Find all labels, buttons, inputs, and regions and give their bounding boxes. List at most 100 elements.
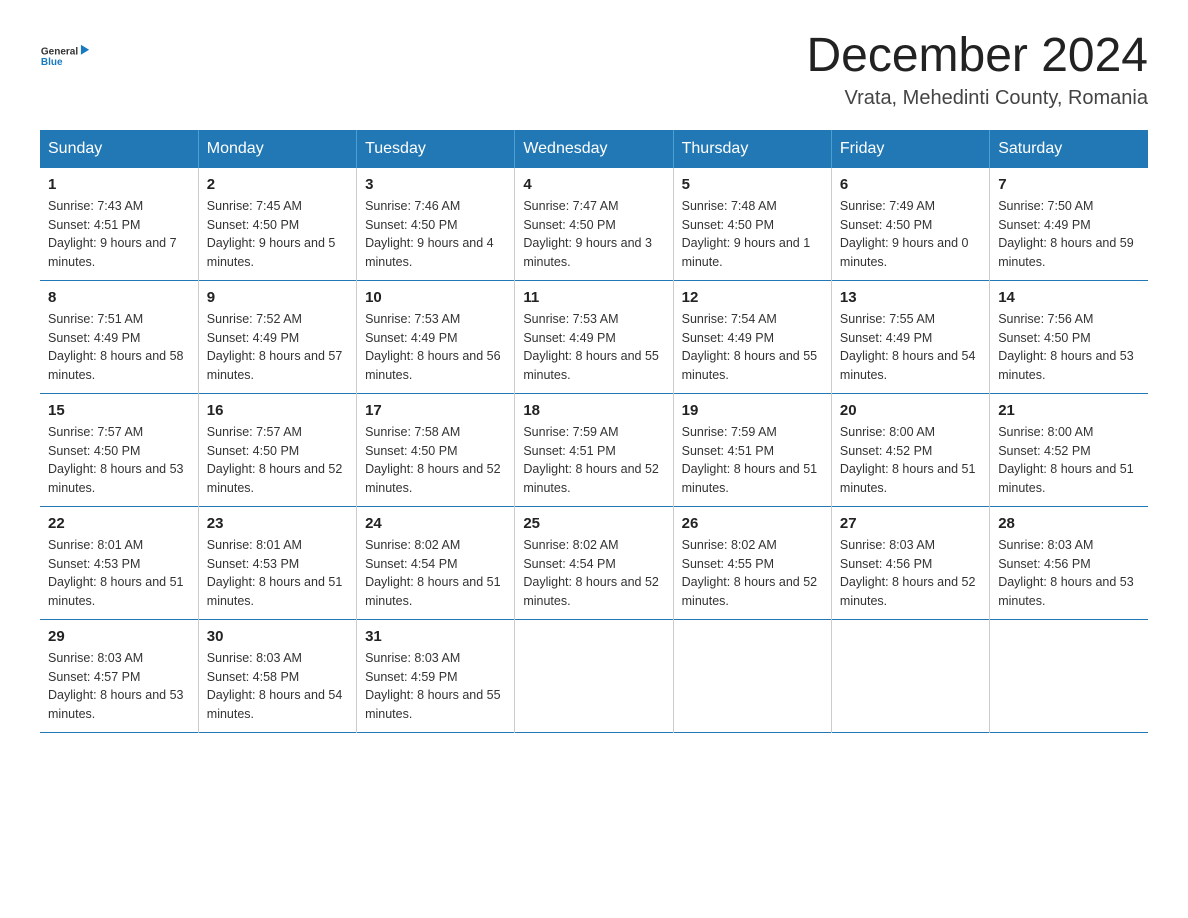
day-info: Sunrise: 7:59 AM Sunset: 4:51 PM Dayligh… [682, 423, 823, 498]
calendar-cell: 10 Sunrise: 7:53 AM Sunset: 4:49 PM Dayl… [357, 280, 515, 393]
calendar-cell: 14 Sunrise: 7:56 AM Sunset: 4:50 PM Dayl… [990, 280, 1148, 393]
day-info: Sunrise: 7:54 AM Sunset: 4:49 PM Dayligh… [682, 310, 823, 385]
day-info: Sunrise: 8:00 AM Sunset: 4:52 PM Dayligh… [998, 423, 1140, 498]
calendar-cell: 27 Sunrise: 8:03 AM Sunset: 4:56 PM Dayl… [831, 506, 989, 619]
day-info: Sunrise: 7:55 AM Sunset: 4:49 PM Dayligh… [840, 310, 981, 385]
calendar-cell: 1 Sunrise: 7:43 AM Sunset: 4:51 PM Dayli… [40, 168, 198, 281]
svg-text:General: General [41, 46, 78, 57]
calendar-cell: 8 Sunrise: 7:51 AM Sunset: 4:49 PM Dayli… [40, 280, 198, 393]
day-info: Sunrise: 7:58 AM Sunset: 4:50 PM Dayligh… [365, 423, 506, 498]
calendar-cell: 30 Sunrise: 8:03 AM Sunset: 4:58 PM Dayl… [198, 619, 356, 732]
day-info: Sunrise: 7:43 AM Sunset: 4:51 PM Dayligh… [48, 197, 190, 272]
day-number: 23 [207, 515, 348, 532]
day-info: Sunrise: 8:03 AM Sunset: 4:59 PM Dayligh… [365, 649, 506, 724]
calendar-week-row-3: 15 Sunrise: 7:57 AM Sunset: 4:50 PM Dayl… [40, 393, 1148, 506]
calendar-cell: 17 Sunrise: 7:58 AM Sunset: 4:50 PM Dayl… [357, 393, 515, 506]
calendar-table: Sunday Monday Tuesday Wednesday Thursday… [40, 130, 1148, 733]
day-info: Sunrise: 7:56 AM Sunset: 4:50 PM Dayligh… [998, 310, 1140, 385]
day-number: 21 [998, 402, 1140, 419]
header-friday: Friday [831, 130, 989, 168]
location-subtitle: Vrata, Mehedinti County, Romania [806, 87, 1148, 110]
day-number: 24 [365, 515, 506, 532]
header-monday: Monday [198, 130, 356, 168]
calendar-cell [515, 619, 673, 732]
day-info: Sunrise: 8:02 AM Sunset: 4:54 PM Dayligh… [365, 536, 506, 611]
day-info: Sunrise: 8:02 AM Sunset: 4:55 PM Dayligh… [682, 536, 823, 611]
calendar-cell: 2 Sunrise: 7:45 AM Sunset: 4:50 PM Dayli… [198, 168, 356, 281]
day-number: 10 [365, 289, 506, 306]
calendar-cell: 24 Sunrise: 8:02 AM Sunset: 4:54 PM Dayl… [357, 506, 515, 619]
calendar-cell: 18 Sunrise: 7:59 AM Sunset: 4:51 PM Dayl… [515, 393, 673, 506]
day-number: 19 [682, 402, 823, 419]
day-info: Sunrise: 7:53 AM Sunset: 4:49 PM Dayligh… [523, 310, 664, 385]
header-sunday: Sunday [40, 130, 198, 168]
calendar-cell: 6 Sunrise: 7:49 AM Sunset: 4:50 PM Dayli… [831, 168, 989, 281]
day-info: Sunrise: 8:03 AM Sunset: 4:58 PM Dayligh… [207, 649, 348, 724]
calendar-cell: 15 Sunrise: 7:57 AM Sunset: 4:50 PM Dayl… [40, 393, 198, 506]
day-info: Sunrise: 8:01 AM Sunset: 4:53 PM Dayligh… [48, 536, 190, 611]
day-number: 14 [998, 289, 1140, 306]
calendar-week-row-1: 1 Sunrise: 7:43 AM Sunset: 4:51 PM Dayli… [40, 168, 1148, 281]
day-number: 7 [998, 176, 1140, 193]
day-number: 17 [365, 402, 506, 419]
calendar-cell: 13 Sunrise: 7:55 AM Sunset: 4:49 PM Dayl… [831, 280, 989, 393]
calendar-cell: 21 Sunrise: 8:00 AM Sunset: 4:52 PM Dayl… [990, 393, 1148, 506]
calendar-header-row: Sunday Monday Tuesday Wednesday Thursday… [40, 130, 1148, 168]
day-number: 4 [523, 176, 664, 193]
title-section: December 2024 Vrata, Mehedinti County, R… [806, 30, 1148, 110]
day-info: Sunrise: 8:01 AM Sunset: 4:53 PM Dayligh… [207, 536, 348, 611]
day-number: 29 [48, 628, 190, 645]
day-info: Sunrise: 7:51 AM Sunset: 4:49 PM Dayligh… [48, 310, 190, 385]
day-number: 28 [998, 515, 1140, 532]
calendar-cell: 25 Sunrise: 8:02 AM Sunset: 4:54 PM Dayl… [515, 506, 673, 619]
calendar-cell [990, 619, 1148, 732]
day-number: 1 [48, 176, 190, 193]
header-wednesday: Wednesday [515, 130, 673, 168]
calendar-cell: 29 Sunrise: 8:03 AM Sunset: 4:57 PM Dayl… [40, 619, 198, 732]
calendar-cell: 9 Sunrise: 7:52 AM Sunset: 4:49 PM Dayli… [198, 280, 356, 393]
calendar-cell: 26 Sunrise: 8:02 AM Sunset: 4:55 PM Dayl… [673, 506, 831, 619]
day-number: 16 [207, 402, 348, 419]
day-info: Sunrise: 7:49 AM Sunset: 4:50 PM Dayligh… [840, 197, 981, 272]
calendar-cell: 5 Sunrise: 7:48 AM Sunset: 4:50 PM Dayli… [673, 168, 831, 281]
day-info: Sunrise: 8:03 AM Sunset: 4:57 PM Dayligh… [48, 649, 190, 724]
day-info: Sunrise: 7:46 AM Sunset: 4:50 PM Dayligh… [365, 197, 506, 272]
header-tuesday: Tuesday [357, 130, 515, 168]
day-number: 27 [840, 515, 981, 532]
calendar-cell: 16 Sunrise: 7:57 AM Sunset: 4:50 PM Dayl… [198, 393, 356, 506]
day-number: 8 [48, 289, 190, 306]
calendar-week-row-2: 8 Sunrise: 7:51 AM Sunset: 4:49 PM Dayli… [40, 280, 1148, 393]
calendar-cell: 20 Sunrise: 8:00 AM Sunset: 4:52 PM Dayl… [831, 393, 989, 506]
calendar-cell: 31 Sunrise: 8:03 AM Sunset: 4:59 PM Dayl… [357, 619, 515, 732]
calendar-cell: 22 Sunrise: 8:01 AM Sunset: 4:53 PM Dayl… [40, 506, 198, 619]
day-info: Sunrise: 7:48 AM Sunset: 4:50 PM Dayligh… [682, 197, 823, 272]
day-number: 6 [840, 176, 981, 193]
day-number: 12 [682, 289, 823, 306]
page-header: General Blue December 2024 Vrata, Mehedi… [40, 30, 1148, 110]
day-info: Sunrise: 8:00 AM Sunset: 4:52 PM Dayligh… [840, 423, 981, 498]
day-number: 25 [523, 515, 664, 532]
day-info: Sunrise: 7:50 AM Sunset: 4:49 PM Dayligh… [998, 197, 1140, 272]
day-number: 3 [365, 176, 506, 193]
day-info: Sunrise: 8:03 AM Sunset: 4:56 PM Dayligh… [840, 536, 981, 611]
calendar-week-row-5: 29 Sunrise: 8:03 AM Sunset: 4:57 PM Dayl… [40, 619, 1148, 732]
calendar-cell [673, 619, 831, 732]
day-number: 5 [682, 176, 823, 193]
day-number: 30 [207, 628, 348, 645]
day-info: Sunrise: 7:57 AM Sunset: 4:50 PM Dayligh… [48, 423, 190, 498]
calendar-cell: 19 Sunrise: 7:59 AM Sunset: 4:51 PM Dayl… [673, 393, 831, 506]
day-info: Sunrise: 7:53 AM Sunset: 4:49 PM Dayligh… [365, 310, 506, 385]
month-year-title: December 2024 [806, 30, 1148, 83]
calendar-cell [831, 619, 989, 732]
calendar-cell: 4 Sunrise: 7:47 AM Sunset: 4:50 PM Dayli… [515, 168, 673, 281]
calendar-cell: 7 Sunrise: 7:50 AM Sunset: 4:49 PM Dayli… [990, 168, 1148, 281]
day-info: Sunrise: 8:02 AM Sunset: 4:54 PM Dayligh… [523, 536, 664, 611]
day-number: 31 [365, 628, 506, 645]
calendar-week-row-4: 22 Sunrise: 8:01 AM Sunset: 4:53 PM Dayl… [40, 506, 1148, 619]
calendar-cell: 11 Sunrise: 7:53 AM Sunset: 4:49 PM Dayl… [515, 280, 673, 393]
day-info: Sunrise: 8:03 AM Sunset: 4:56 PM Dayligh… [998, 536, 1140, 611]
day-number: 26 [682, 515, 823, 532]
day-number: 13 [840, 289, 981, 306]
day-number: 15 [48, 402, 190, 419]
day-number: 11 [523, 289, 664, 306]
